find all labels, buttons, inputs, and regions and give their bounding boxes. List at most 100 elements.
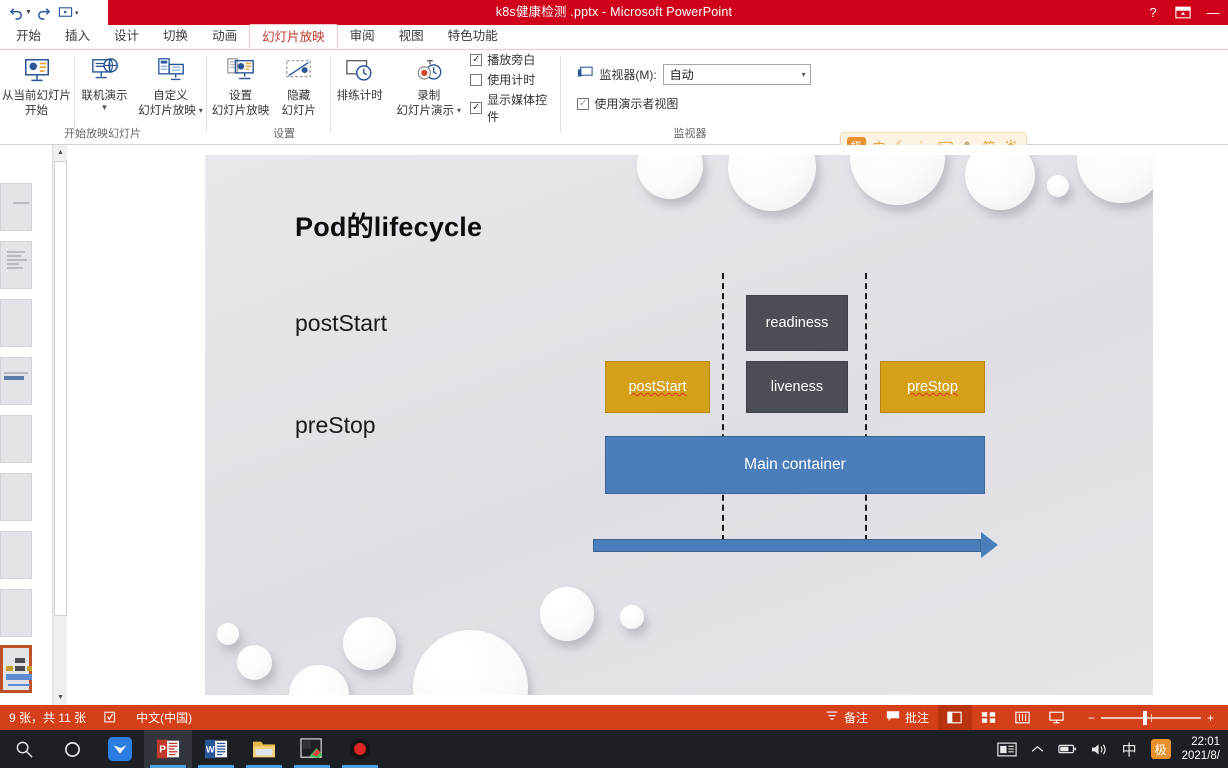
tab-slideshow[interactable]: 幻灯片放映 xyxy=(249,24,338,49)
minimize-button[interactable]: — xyxy=(1198,0,1228,25)
show-media-controls-row[interactable]: ✓ 显示媒体控件 xyxy=(470,91,558,125)
ribbon-display-options-button[interactable] xyxy=(1168,0,1198,25)
page-title[interactable]: Pod的lifecycle xyxy=(295,205,482,244)
view-slide-sorter-button[interactable] xyxy=(972,705,1006,730)
scroll-up-icon[interactable]: ▲ xyxy=(53,145,68,160)
file-explorer-icon[interactable] xyxy=(240,730,288,768)
slide-label-prestop[interactable]: preStop xyxy=(295,412,376,439)
list-item[interactable] xyxy=(0,589,32,637)
word-icon[interactable]: W xyxy=(192,730,240,768)
use-timings-row[interactable]: 使用计时 xyxy=(470,71,558,88)
box-poststart[interactable]: postStart xyxy=(605,361,710,413)
view-slideshow-button[interactable] xyxy=(1040,705,1074,730)
monitor-controls: 监视器(M): 自动 ▾ ✓ 使用演示者视图 xyxy=(569,50,811,126)
recorder-icon[interactable] xyxy=(336,730,384,768)
battery-icon[interactable] xyxy=(1051,730,1084,768)
thumbnail-scrollbar[interactable]: ▲ ▼ xyxy=(52,145,68,705)
record-slideshow-dropdown-icon[interactable]: ▾ xyxy=(457,106,461,115)
show-media-controls-checkbox[interactable]: ✓ xyxy=(470,102,483,114)
tab-special[interactable]: 特色功能 xyxy=(436,24,510,49)
customize-qat-icon[interactable]: ▾ xyxy=(75,9,79,17)
powerpoint-icon[interactable]: P xyxy=(144,730,192,768)
tab-insert[interactable]: 插入 xyxy=(53,24,102,49)
box-main-container[interactable]: Main container xyxy=(605,436,985,494)
redo-icon[interactable] xyxy=(34,3,54,23)
comments-button[interactable]: 批注 xyxy=(877,705,938,730)
list-item[interactable] xyxy=(0,357,32,405)
tab-start[interactable]: 开始 xyxy=(4,24,53,49)
windows-taskbar: P W 中 极 22:01 2021/8/ xyxy=(0,730,1228,768)
play-narrations-row[interactable]: ✓ 播放旁白 xyxy=(470,51,558,68)
cortana-icon[interactable] xyxy=(48,730,96,768)
tab-view[interactable]: 视图 xyxy=(387,24,436,49)
present-online-button[interactable]: 联机演示 ▼ xyxy=(74,50,136,112)
slide-thumbnail-pane[interactable] xyxy=(0,145,52,705)
list-item[interactable] xyxy=(0,473,32,521)
tab-transitions[interactable]: 切换 xyxy=(151,24,200,49)
spellcheck-icon[interactable] xyxy=(95,705,127,730)
play-narrations-checkbox[interactable]: ✓ xyxy=(470,53,483,66)
tab-design[interactable]: 设计 xyxy=(102,24,151,49)
record-slideshow-button[interactable]: 录制 幻灯片演示 ▾ xyxy=(393,50,464,118)
list-item-selected[interactable] xyxy=(0,645,32,693)
box-readiness[interactable]: readiness xyxy=(746,295,848,351)
rehearse-timings-button[interactable]: 排练计时 xyxy=(326,50,393,103)
help-button[interactable]: ? xyxy=(1138,0,1168,25)
monitor-select[interactable]: 自动 ▾ xyxy=(662,64,811,85)
zoom-slider[interactable]: − + xyxy=(1074,710,1228,725)
zoom-track[interactable] xyxy=(1100,710,1201,725)
tab-animations[interactable]: 动画 xyxy=(200,24,249,49)
zoom-handle[interactable] xyxy=(1142,710,1147,725)
news-and-interests-icon[interactable] xyxy=(990,730,1024,768)
view-reading-button[interactable] xyxy=(1006,705,1040,730)
ime-chinese-indicator[interactable]: 中 xyxy=(1115,730,1144,768)
hide-slide-label-2: 幻灯片 xyxy=(281,105,316,117)
powerpoint-window: k8s健康检测 .pptx - Microsoft PowerPoint ▼ ▾… xyxy=(0,0,1228,768)
show-hidden-icons-chevron-icon[interactable] xyxy=(1024,730,1051,768)
list-item[interactable] xyxy=(0,183,32,231)
timeline-arrow-body[interactable] xyxy=(593,539,981,552)
hide-slide-button[interactable]: 隐藏 幻灯片 xyxy=(271,50,326,118)
zoom-in-button[interactable]: + xyxy=(1201,711,1220,725)
box-prestop[interactable]: preStop xyxy=(880,361,985,413)
record-slideshow-label-1: 录制 xyxy=(417,90,441,102)
thumb-mini-preview xyxy=(6,654,32,686)
tab-review[interactable]: 审阅 xyxy=(338,24,387,49)
zoom-out-button[interactable]: − xyxy=(1082,711,1101,725)
custom-slideshow-button[interactable]: 自定义 幻灯片放映 ▾ xyxy=(136,50,206,118)
clock[interactable]: 22:01 2021/8/ xyxy=(1178,730,1228,768)
slide-count[interactable]: 9 张，共 11 张 xyxy=(0,705,95,730)
start-slideshow-icon[interactable] xyxy=(56,3,76,23)
setup-slideshow-button[interactable]: 设置 幻灯片放映 xyxy=(210,50,271,118)
from-current-slide-button[interactable]: 从当前幻灯片 开始 xyxy=(0,50,74,118)
volume-icon[interactable] xyxy=(1084,730,1115,768)
scrollbar-thumb[interactable] xyxy=(54,161,67,616)
chevron-down-icon[interactable]: ▾ xyxy=(802,70,806,79)
list-item[interactable] xyxy=(0,241,32,289)
ime-tray-logo-icon[interactable]: 极 xyxy=(1144,730,1178,768)
presenter-view-checkbox[interactable]: ✓ xyxy=(577,97,590,110)
box-liveness[interactable]: liveness xyxy=(746,361,848,413)
window-title: k8s健康检测 .pptx - Microsoft PowerPoint xyxy=(495,5,733,19)
list-item[interactable] xyxy=(0,299,32,347)
slide-editing-surface[interactable]: Pod的lifecycle postStart preStop readines… xyxy=(205,155,1153,695)
undo-dropdown-icon[interactable]: ▼ xyxy=(25,9,32,16)
scroll-down-icon[interactable]: ▼ xyxy=(53,690,68,705)
undo-icon[interactable] xyxy=(6,3,26,23)
foxmail-icon[interactable] xyxy=(96,730,144,768)
ribbon-group-monitors: 监视器(M): 自动 ▾ ✓ 使用演示者视图 监视器 xyxy=(565,50,815,145)
hide-slide-label-1: 隐藏 xyxy=(287,90,311,102)
list-item[interactable] xyxy=(0,531,32,579)
slide-label-poststart[interactable]: postStart xyxy=(295,310,387,337)
view-normal-button[interactable] xyxy=(937,705,972,730)
custom-slideshow-dropdown-icon[interactable]: ▾ xyxy=(199,106,203,115)
quick-access-toolbar: ▼ ▾ xyxy=(0,0,108,25)
notes-button[interactable]: 备注 xyxy=(816,705,877,730)
language-indicator[interactable]: 中文(中国) xyxy=(127,705,201,730)
search-icon[interactable] xyxy=(0,730,48,768)
presenter-view-row[interactable]: ✓ 使用演示者视图 xyxy=(577,95,810,112)
snipaste-icon[interactable] xyxy=(288,730,336,768)
present-online-dropdown-icon[interactable]: ▼ xyxy=(101,103,109,112)
use-timings-checkbox[interactable] xyxy=(470,73,483,86)
list-item[interactable] xyxy=(0,415,32,463)
